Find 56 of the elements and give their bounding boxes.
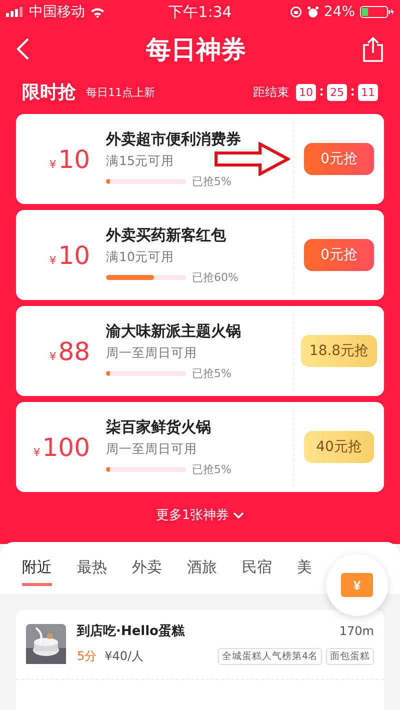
category-tab[interactable]: 酒旅: [187, 550, 217, 586]
alarm-icon: [306, 6, 319, 18]
coupon-amount: 10: [58, 144, 90, 174]
coupon-name: 渝大味新派主题火锅: [106, 322, 242, 340]
page-title: 每日神券: [146, 34, 246, 66]
shop-tag: 面包蛋糕: [326, 648, 374, 665]
coupon-amount: 10: [58, 240, 90, 270]
more-coupons-link[interactable]: 更多1张神券: [0, 492, 400, 544]
progress-text: 已抢60%: [192, 270, 238, 284]
shop-distance: 170m: [339, 624, 374, 638]
section-title: 限时抢: [22, 81, 76, 104]
back-icon[interactable]: [16, 37, 30, 61]
grab-button[interactable]: 40元抢: [304, 431, 374, 463]
grab-button[interactable]: 18.8元抢: [301, 335, 377, 367]
coupon-name: 外卖买药新客红包: [106, 226, 227, 244]
shop-score: 5分: [77, 648, 97, 665]
progress-text: 已抢5%: [192, 462, 232, 476]
colon-icon: [351, 88, 354, 96]
battery-icon: [360, 6, 394, 18]
currency-sign: ¥: [33, 446, 40, 458]
share-icon[interactable]: [362, 36, 384, 62]
section-subtitle: 每日11点上新: [86, 84, 156, 100]
currency-sign: ¥: [49, 254, 56, 266]
countdown-digit: 10: [296, 84, 316, 100]
shop-name: 到店吃·Hello蛋糕: [77, 622, 186, 640]
shop-price: ¥40/人: [104, 648, 144, 665]
carrier-name: 中国移动: [29, 3, 85, 21]
coupon-condition: 满15元可用: [106, 152, 175, 170]
countdown-digit: 25: [327, 84, 347, 100]
coupon-amount: 100: [42, 432, 90, 462]
battery-percent: 24%: [324, 4, 355, 20]
countdown-label: 距结束: [253, 84, 289, 100]
coupon-condition: 满10元可用: [106, 248, 175, 266]
status-time: 下午1:34: [168, 2, 232, 22]
rotation-lock-icon: [290, 6, 302, 18]
coupon-name: 柒百家鲜货火锅: [106, 418, 212, 436]
wifi-icon: [90, 6, 105, 18]
shop-tag: 全城蛋糕人气榜第4名: [218, 648, 322, 665]
chevron-down-icon: [233, 512, 244, 518]
shop-card[interactable]: 到店吃·Hello蛋糕 170m 5分 ¥40/人 全城蛋糕人气榜第4名 面包蛋糕: [16, 610, 384, 680]
category-tab[interactable]: 最热: [77, 550, 107, 586]
signal-icon: [6, 7, 24, 17]
currency-sign: ¥: [49, 158, 56, 170]
category-tab[interactable]: 附近: [22, 550, 52, 586]
coupon-condition: 周一至周日可用: [106, 440, 198, 458]
progress-text: 已抢5%: [192, 174, 232, 188]
currency-sign: ¥: [49, 350, 56, 362]
colon-icon: [320, 88, 323, 96]
progress-text: 已抢5%: [192, 366, 232, 380]
coupon-name: 外卖超市便利消费券: [106, 130, 242, 148]
category-tab[interactable]: 美: [297, 550, 312, 586]
coupon-condition: 周一至周日可用: [106, 344, 198, 362]
category-tab[interactable]: 民宿: [242, 550, 272, 586]
category-tab[interactable]: 外卖: [132, 550, 162, 586]
countdown-digit: 11: [358, 84, 378, 100]
coupon-amount: 88: [58, 336, 90, 366]
